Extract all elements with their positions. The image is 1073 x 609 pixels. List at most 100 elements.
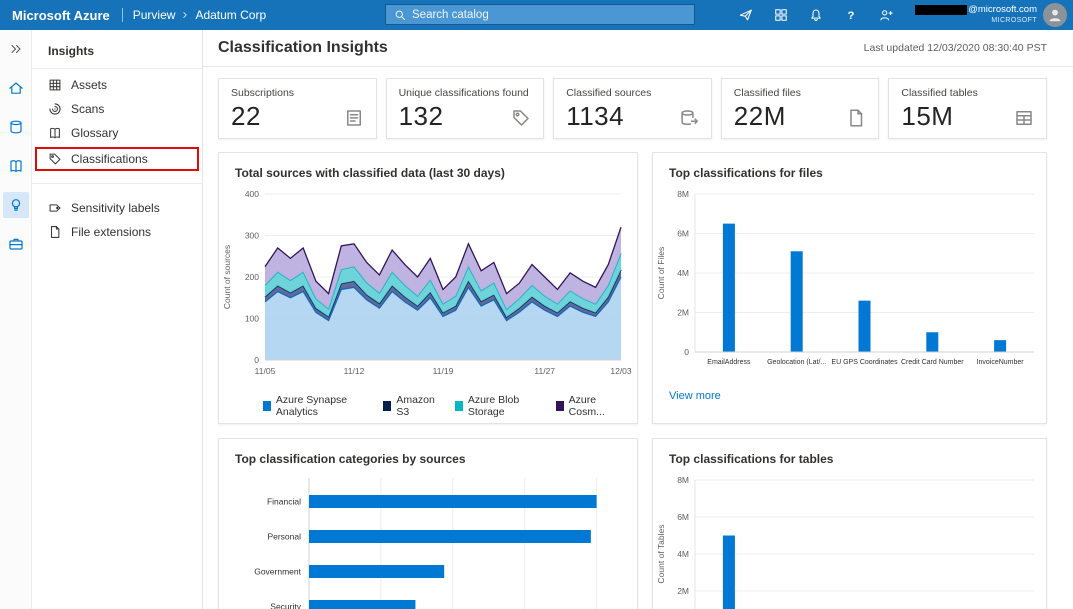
breadcrumb-chevron-icon — [180, 10, 190, 20]
insights-sidebar: Insights Assets Scans Glossary Classific… — [32, 30, 203, 609]
stat-label: Unique classifications found — [399, 87, 532, 99]
sidebar-item-sensitivity-labels[interactable]: Sensitivity labels — [32, 196, 202, 220]
chart-row-1: Total sources with classified data (last… — [218, 152, 1047, 424]
svg-text:Security: Security — [270, 602, 301, 609]
svg-text:Government: Government — [254, 567, 301, 577]
stat-label: Classified sources — [566, 87, 699, 99]
azure-logo[interactable]: Microsoft Azure — [0, 8, 122, 23]
help-icon[interactable]: ? — [844, 8, 858, 22]
stat-card-subscriptions: Subscriptions 22 — [218, 78, 377, 139]
sidebar-item-assets[interactable]: Assets — [32, 73, 202, 97]
expand-rail-icon[interactable] — [3, 36, 29, 62]
svg-text:?: ? — [848, 10, 855, 22]
breadcrumb-app[interactable]: Purview — [133, 8, 176, 22]
svg-text:4M: 4M — [677, 268, 689, 278]
catalog-icon[interactable] — [3, 153, 29, 179]
svg-text:Count of Tables: Count of Tables — [656, 525, 666, 584]
files-bar-chart: 02M4M6M8MCount of FilesEmailAddressGeolo… — [653, 182, 1046, 382]
svg-text:0: 0 — [684, 347, 689, 357]
insights-icon[interactable] — [3, 192, 29, 218]
management-icon[interactable] — [3, 231, 29, 257]
svg-text:EU GPS Coordinates: EU GPS Coordinates — [831, 359, 898, 366]
svg-text:2M: 2M — [677, 586, 689, 596]
svg-text:11/12: 11/12 — [344, 366, 365, 376]
svg-text:6M: 6M — [677, 229, 689, 239]
account-email: @microsoft.com — [968, 4, 1037, 15]
classified-sources-icon — [679, 108, 699, 128]
classifications-found-icon — [511, 108, 531, 128]
sources-icon[interactable] — [3, 114, 29, 140]
chart-title: Total sources with classified data (last… — [219, 153, 637, 182]
svg-text:12/03: 12/03 — [610, 366, 632, 376]
topbar-divider — [122, 8, 123, 22]
sidebar-item-label: File extensions — [71, 225, 151, 239]
svg-text:6M: 6M — [677, 512, 689, 522]
chart-row-2: Top classification categories by sources… — [218, 438, 1047, 609]
chart-title: Top classification categories by sources — [219, 439, 637, 468]
sidebar-item-label: Scans — [71, 102, 104, 116]
stat-card-unique-classifications: Unique classifications found 132 — [386, 78, 545, 139]
sidebar-item-label: Glossary — [71, 126, 118, 140]
breadcrumb: Purview Adatum Corp — [133, 8, 266, 22]
chart-title: Top classifications for tables — [653, 439, 1046, 468]
legend-swatch — [383, 401, 391, 411]
card-categories-by-sources: Top classification categories by sources… — [218, 438, 638, 609]
tables-bar-chart: 02M4M6M8MCount of Tables — [653, 468, 1046, 609]
search-input[interactable] — [412, 9, 686, 21]
card-top-files: Top classifications for files 02M4M6M8MC… — [652, 152, 1047, 424]
svg-text:EmailAddress: EmailAddress — [707, 359, 751, 366]
svg-text:11/27: 11/27 — [534, 366, 555, 376]
legend-swatch — [556, 401, 564, 411]
avatar[interactable] — [1043, 3, 1067, 27]
sidebar-item-label: Assets — [71, 78, 107, 92]
contact-icon[interactable] — [879, 8, 893, 22]
sidebar-item-label: Sensitivity labels — [71, 201, 160, 215]
stat-label: Classified tables — [901, 87, 1034, 99]
notifications-icon[interactable] — [809, 8, 823, 22]
sensitivity-labels-icon — [48, 201, 62, 215]
account-info[interactable]: @microsoft.com MICROSOFT — [915, 4, 1037, 26]
sidebar-item-classifications[interactable]: Classifications — [37, 149, 197, 169]
search-box[interactable] — [385, 4, 695, 25]
svg-text:4M: 4M — [677, 549, 689, 559]
categories-hbar-chart: FinancialPersonalGovernmentSecurity — [219, 468, 637, 609]
view-more-link[interactable]: View more — [653, 382, 1046, 410]
assets-icon — [48, 78, 62, 92]
legend-item: Azure Synapse Analytics — [263, 394, 367, 418]
svg-text:Count of sources: Count of sources — [222, 245, 232, 309]
svg-text:Count of Files: Count of Files — [656, 247, 666, 299]
topbar: Microsoft Azure Purview Adatum Corp ? @m… — [0, 0, 1073, 30]
stat-label: Classified files — [734, 87, 867, 99]
svg-text:100: 100 — [245, 314, 259, 324]
directory-icon[interactable] — [774, 8, 788, 22]
sidebar-item-scans[interactable]: Scans — [32, 97, 202, 121]
classified-files-icon — [846, 108, 866, 128]
svg-text:Financial: Financial — [267, 497, 301, 507]
sidebar-item-file-extensions[interactable]: File extensions — [32, 220, 202, 244]
legend-item: Azure Blob Storage — [455, 394, 540, 418]
sidebar-item-glossary[interactable]: Glossary — [32, 121, 202, 145]
sidebar-divider — [32, 183, 202, 184]
feedback-icon[interactable] — [739, 8, 753, 22]
classifications-icon — [48, 152, 62, 166]
account-tenant: MICROSOFT — [915, 15, 1037, 26]
breadcrumb-org[interactable]: Adatum Corp — [195, 8, 266, 22]
charts-grid: Total sources with classified data (last… — [203, 139, 1073, 609]
legend-swatch — [263, 401, 271, 411]
legend-swatch — [455, 401, 463, 411]
legend-item: Azure Cosm... — [556, 394, 621, 418]
purview-app: Microsoft Azure Purview Adatum Corp ? @m… — [0, 0, 1073, 609]
stat-label: Subscriptions — [231, 87, 364, 99]
sidebar-divider — [32, 68, 202, 69]
stat-card-classified-sources: Classified sources 1134 — [553, 78, 712, 139]
svg-text:8M: 8M — [677, 189, 689, 199]
legend-item: Amazon S3 — [383, 394, 438, 418]
svg-text:400: 400 — [245, 189, 259, 199]
svg-text:2M: 2M — [677, 308, 689, 318]
topbar-icon-group: ? — [739, 0, 893, 30]
svg-text:11/19: 11/19 — [433, 366, 454, 376]
svg-text:InvoiceNumber: InvoiceNumber — [977, 359, 1025, 366]
main-header: Classification Insights Last updated 12/… — [203, 30, 1073, 67]
svg-text:0: 0 — [254, 355, 259, 365]
home-icon[interactable] — [3, 75, 29, 101]
